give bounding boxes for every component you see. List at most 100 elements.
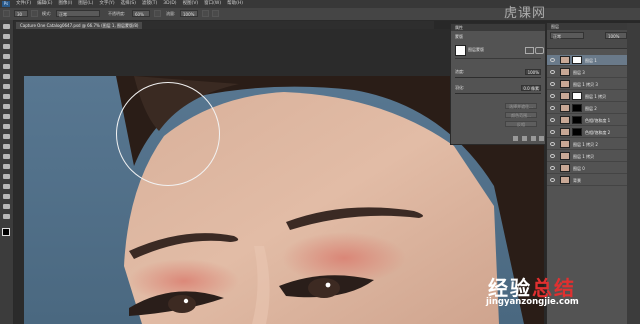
- eye-icon[interactable]: [550, 118, 555, 122]
- layer-name: 图层 1 拷贝 3: [573, 82, 598, 87]
- shape-tool-icon[interactable]: [3, 194, 10, 199]
- eye-icon[interactable]: [550, 94, 555, 98]
- eye-icon[interactable]: [550, 154, 555, 158]
- pen-tool-icon[interactable]: [3, 164, 10, 169]
- menu-item[interactable]: 图像(I): [58, 1, 72, 7]
- layer-thumbnail[interactable]: [560, 128, 570, 136]
- layer-name: 色相/饱和度 2: [585, 130, 611, 135]
- move-tool-icon[interactable]: [3, 24, 10, 29]
- divider: [455, 58, 541, 59]
- eye-icon[interactable]: [550, 58, 555, 62]
- layer-mask-thumbnail[interactable]: [572, 56, 582, 64]
- layer-thumbnail[interactable]: [560, 152, 570, 160]
- path-select-tool-icon[interactable]: [3, 184, 10, 189]
- quick-select-tool-icon[interactable]: [3, 54, 10, 59]
- dodge-tool-icon[interactable]: [3, 154, 10, 159]
- healing-tool-icon[interactable]: [3, 84, 10, 89]
- menu-item[interactable]: 选择(S): [121, 1, 136, 7]
- select-and-mask-button[interactable]: 选择并遮住...: [505, 103, 537, 109]
- layer-blend-mode-select[interactable]: 正常: [550, 32, 584, 39]
- eyedropper-tool-icon[interactable]: [3, 74, 10, 79]
- layer-thumbnail[interactable]: [560, 68, 570, 76]
- layer-thumbnail[interactable]: [560, 92, 570, 100]
- eye-icon[interactable]: [550, 178, 555, 182]
- brush-size-field[interactable]: 30: [14, 10, 28, 17]
- layer-opacity-field[interactable]: 100%: [605, 32, 627, 39]
- eye-icon[interactable]: [550, 82, 555, 86]
- layer-thumbnail[interactable]: [560, 140, 570, 148]
- menu-item[interactable]: 文字(Y): [99, 1, 114, 7]
- eye-icon[interactable]: [550, 166, 555, 170]
- vector-mask-icon[interactable]: [535, 47, 544, 54]
- airbrush-icon[interactable]: [202, 10, 209, 17]
- menu-items: 文件(F) 编辑(E) 图像(I) 图层(L) 文字(Y) 选择(S) 滤镜(T) 3D(D)…: [16, 1, 243, 7]
- load-selection-icon[interactable]: [513, 136, 518, 141]
- layer-thumbnail[interactable]: [560, 104, 570, 112]
- tools-panel: [0, 20, 14, 324]
- brush-panel-icon[interactable]: [31, 10, 38, 17]
- hand-tool-icon[interactable]: [3, 204, 10, 209]
- density-value[interactable]: 100%: [525, 69, 541, 75]
- menu-item[interactable]: 滤镜(T): [142, 1, 157, 7]
- gradient-tool-icon[interactable]: [3, 134, 10, 139]
- mode-select[interactable]: 正常: [56, 10, 100, 17]
- menu-item[interactable]: 图层(L): [78, 1, 93, 7]
- layer-mask-thumbnail[interactable]: [572, 92, 582, 100]
- flow-field[interactable]: 100%: [180, 10, 198, 17]
- eye-icon[interactable]: [550, 130, 555, 134]
- mask-thumbnail[interactable]: [455, 45, 466, 56]
- mode-label: 模式:: [42, 11, 52, 16]
- marquee-tool-icon[interactable]: [3, 34, 10, 39]
- history-brush-tool-icon[interactable]: [3, 114, 10, 119]
- blur-tool-icon[interactable]: [3, 144, 10, 149]
- feather-slider[interactable]: [455, 93, 541, 94]
- menu-item[interactable]: 编辑(E): [37, 1, 52, 7]
- invert-button[interactable]: 反相: [505, 121, 537, 127]
- layer-name: 图层 3: [573, 70, 585, 75]
- eye-icon[interactable]: [550, 106, 555, 110]
- menu-item[interactable]: 文件(F): [16, 1, 31, 7]
- menu-item[interactable]: 3D(D): [163, 1, 176, 7]
- layer-name: 图层 1 拷贝: [573, 154, 595, 159]
- pixel-mask-icon[interactable]: [525, 47, 534, 54]
- color-range-button[interactable]: 颜色范围...: [505, 112, 537, 118]
- layer-thumbnail[interactable]: [560, 80, 570, 88]
- document-tab[interactable]: Capture One Catalog0647.psd @ 66.7% (图层 …: [16, 22, 143, 29]
- opacity-field[interactable]: 60%: [132, 10, 150, 17]
- brush-tool-icon[interactable]: [3, 10, 10, 17]
- apply-mask-icon[interactable]: [522, 136, 527, 141]
- pressure-opacity-icon[interactable]: [154, 10, 161, 17]
- watermark-top-right: 虎课网: [504, 6, 547, 21]
- layer-thumbnail[interactable]: [560, 164, 570, 172]
- menu-item[interactable]: 视图(V): [183, 1, 199, 7]
- layer-thumbnail[interactable]: [560, 176, 570, 184]
- delete-mask-icon[interactable]: [539, 136, 544, 141]
- zoom-tool-icon[interactable]: [3, 214, 10, 219]
- eye-icon[interactable]: [550, 70, 555, 74]
- type-tool-icon[interactable]: [3, 174, 10, 179]
- layer-name: 图层 1 拷贝 2: [573, 142, 598, 147]
- opacity-label: 不透明度:: [108, 11, 126, 16]
- menu-item[interactable]: 窗口(W): [204, 1, 221, 7]
- photoshop-logo-icon: Ps: [2, 1, 10, 7]
- density-label: 浓度:: [455, 69, 465, 74]
- layer-mask-thumbnail[interactable]: [572, 116, 582, 124]
- lasso-tool-icon[interactable]: [3, 44, 10, 49]
- properties-subtitle: 蒙版: [455, 34, 463, 39]
- layer-mask-thumbnail[interactable]: [572, 128, 582, 136]
- layer-name: 图层 1: [585, 58, 597, 63]
- layer-thumbnail[interactable]: [560, 116, 570, 124]
- crop-tool-icon[interactable]: [3, 64, 10, 69]
- foreground-color-swatch[interactable]: [2, 228, 10, 236]
- menu-item[interactable]: 帮助(H): [227, 1, 243, 7]
- visibility-mask-icon[interactable]: [531, 136, 536, 141]
- eraser-tool-icon[interactable]: [3, 124, 10, 129]
- stamp-tool-icon[interactable]: [3, 104, 10, 109]
- brush-tool-icon[interactable]: [3, 94, 10, 99]
- feather-value[interactable]: 0.0 像素: [521, 85, 541, 91]
- layer-thumbnail[interactable]: [560, 56, 570, 64]
- pressure-size-icon[interactable]: [212, 10, 219, 17]
- density-slider[interactable]: [455, 77, 541, 78]
- eye-icon[interactable]: [550, 142, 555, 146]
- layer-mask-thumbnail[interactable]: [572, 104, 582, 112]
